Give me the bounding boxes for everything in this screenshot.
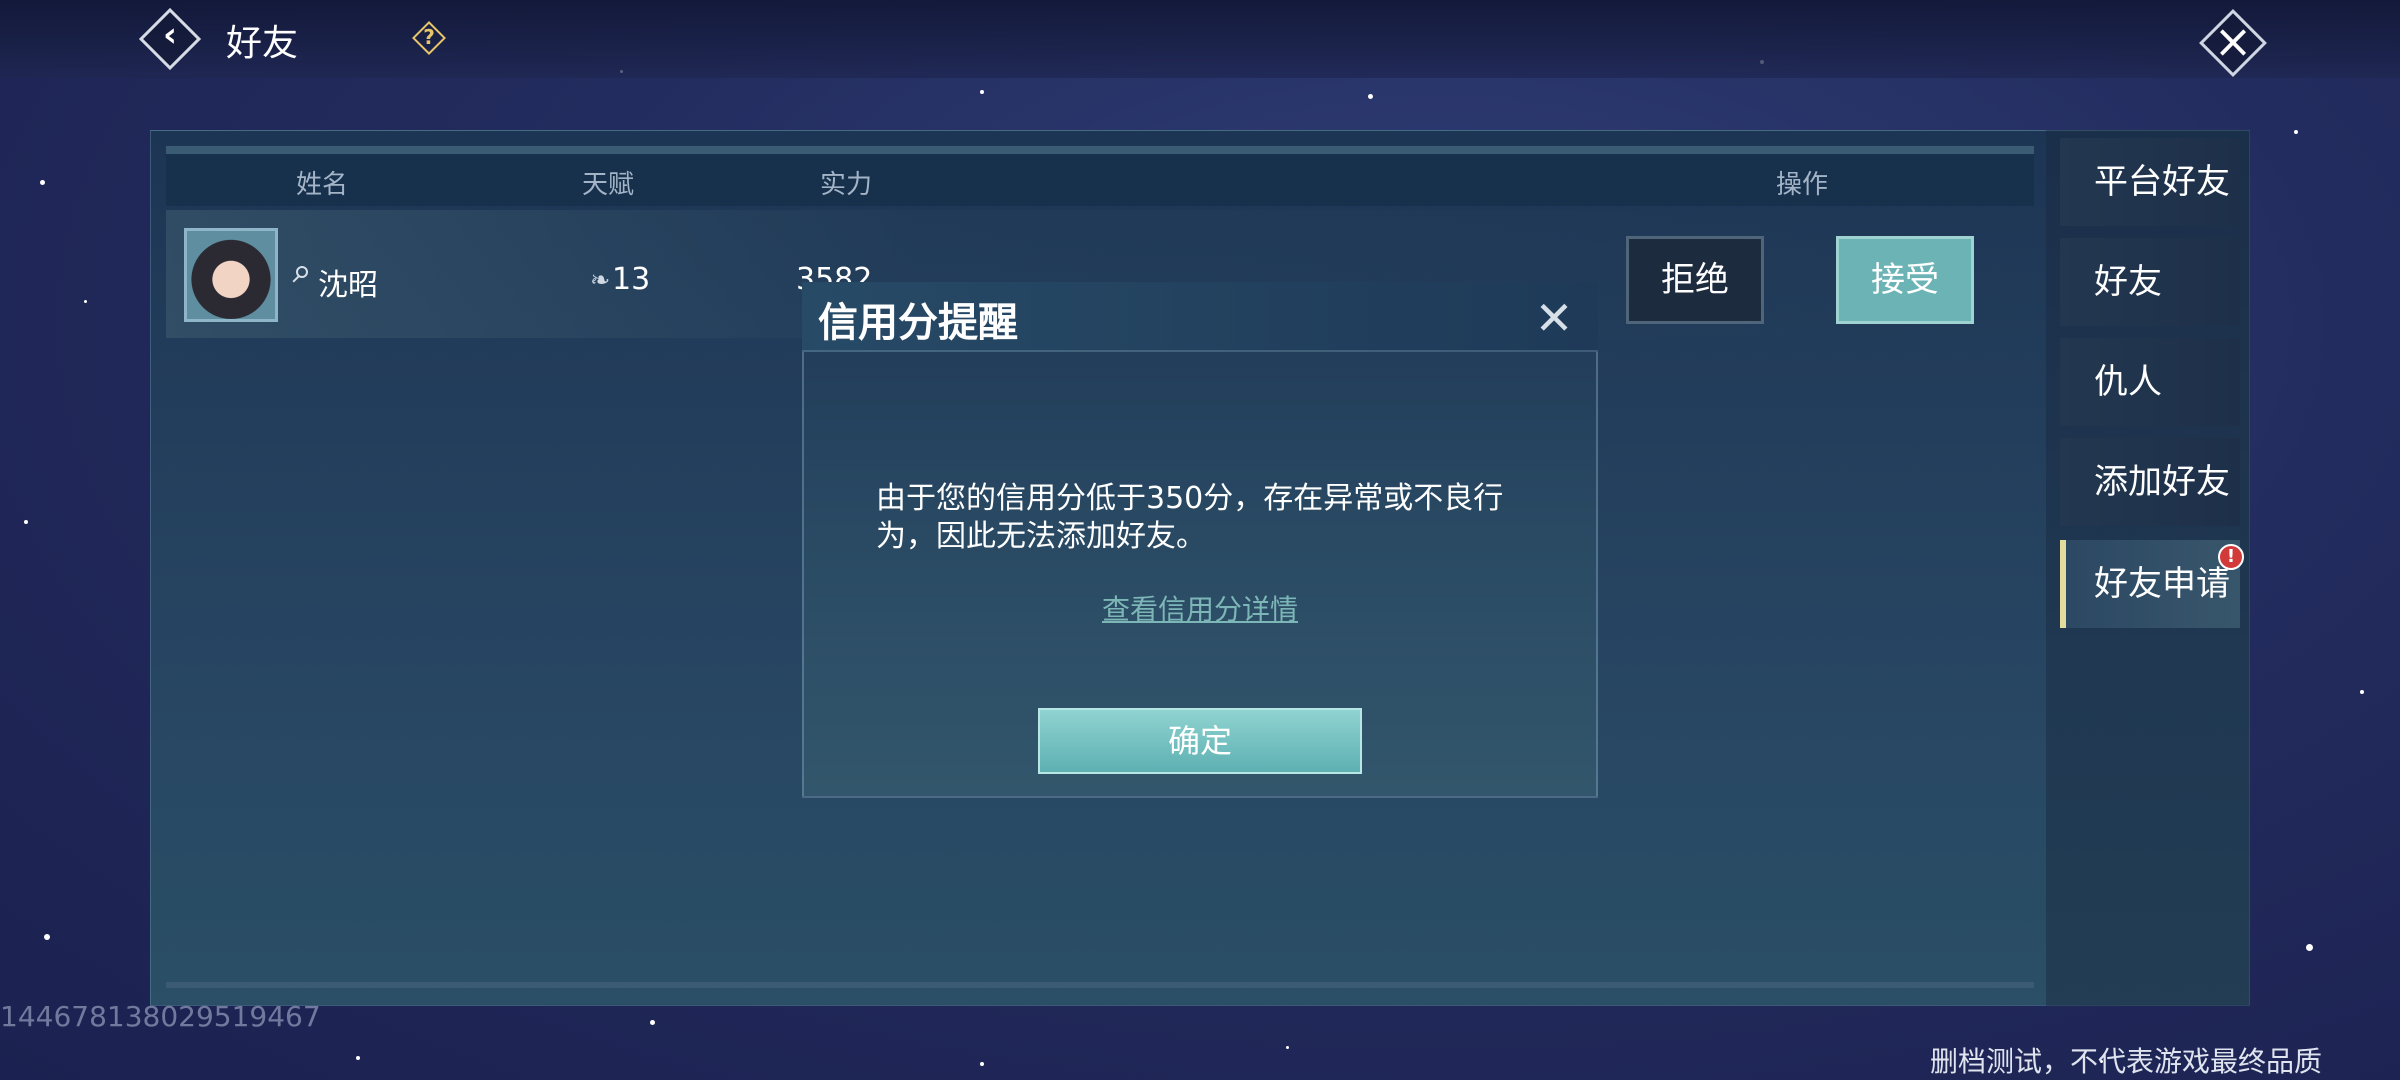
- close-icon: ×: [2213, 14, 2253, 68]
- help-icon[interactable]: ?: [412, 21, 446, 55]
- dialog-close-icon[interactable]: ✕: [1528, 292, 1580, 344]
- user-id-watermark: 1446781380295194​67: [0, 1000, 321, 1033]
- confirm-button[interactable]: 确定: [1038, 708, 1362, 774]
- talent-icon: ❧: [590, 266, 611, 294]
- test-disclaimer: 删档测试，不代表游戏最终品质: [1930, 1045, 2323, 1078]
- player-name: 沈昭: [318, 268, 378, 303]
- tab-friends[interactable]: 好友: [2060, 238, 2240, 326]
- dialog-message: 由于您的信用分低于350分，存在异常或不良行为，因此无法添加好友。: [876, 481, 1504, 554]
- credit-details-link[interactable]: 查看信用分详情: [1102, 588, 1298, 628]
- notification-badge: !: [2218, 544, 2244, 570]
- back-arrow-icon: ‹: [162, 15, 177, 55]
- table-header: [166, 154, 2034, 206]
- talent-value: 13: [612, 262, 651, 297]
- top-bar: [0, 0, 2400, 78]
- header-power: 实力: [820, 170, 873, 200]
- tab-enemies[interactable]: 仇人: [2060, 338, 2240, 426]
- avatar[interactable]: [184, 228, 278, 322]
- divider: [166, 146, 2034, 154]
- page-title: 好友: [226, 23, 299, 64]
- reject-button[interactable]: 拒绝: [1626, 236, 1764, 324]
- header-talent: 天赋: [582, 170, 635, 200]
- dialog-title: 信用分提醒: [818, 300, 1018, 346]
- divider: [166, 982, 2034, 988]
- tab-add-friend[interactable]: 添加好友: [2060, 438, 2240, 526]
- back-button[interactable]: ‹: [136, 5, 204, 73]
- search-icon: [292, 266, 310, 284]
- accept-button[interactable]: 接受: [1836, 236, 1974, 324]
- close-window-button[interactable]: ×: [2196, 6, 2270, 80]
- tab-friend-requests[interactable]: 好友申请: [2060, 540, 2240, 628]
- header-name: 姓名: [296, 170, 349, 200]
- header-action: 操作: [1776, 170, 1829, 200]
- tab-platform-friends[interactable]: 平台好友: [2060, 138, 2240, 226]
